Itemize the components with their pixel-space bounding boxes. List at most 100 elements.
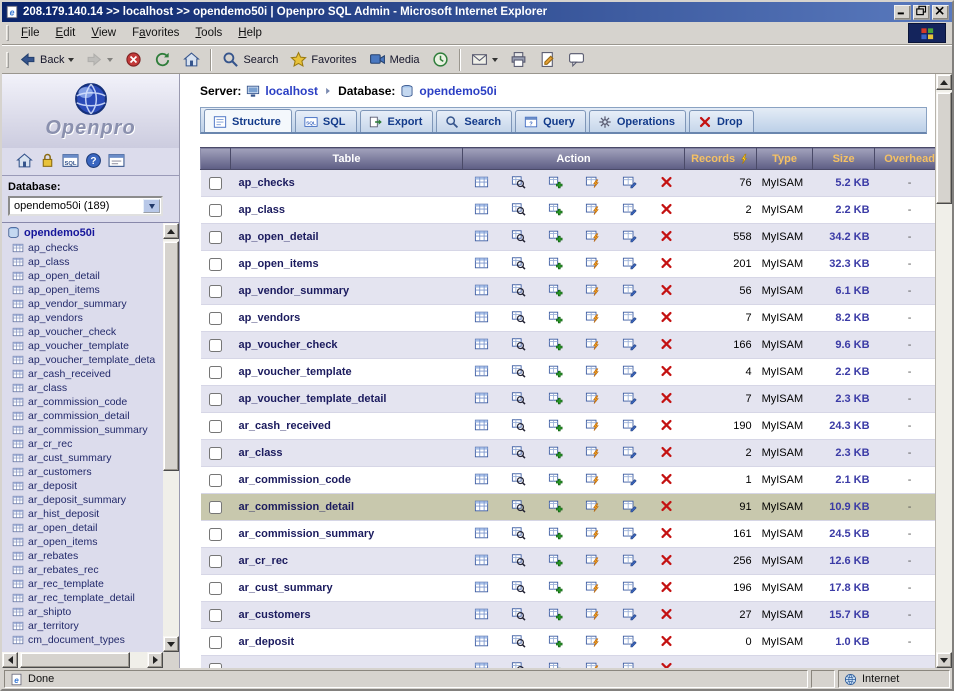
scroll-thumb[interactable] bbox=[936, 92, 952, 204]
table-name[interactable]: ar_commission_code bbox=[28, 396, 127, 408]
menu-grip[interactable] bbox=[6, 25, 9, 41]
insert-action-button[interactable] bbox=[548, 634, 563, 648]
menu-item-edit[interactable]: Edit bbox=[48, 24, 84, 42]
row-checkbox[interactable] bbox=[209, 528, 222, 541]
insert-action-button[interactable] bbox=[548, 445, 563, 459]
select-action-button[interactable] bbox=[511, 175, 526, 189]
table-name[interactable]: ar_class bbox=[28, 382, 67, 394]
browse-action-button[interactable] bbox=[474, 661, 489, 669]
sidebar-table-item[interactable]: ap_voucher_template_deta bbox=[12, 353, 163, 367]
select-action-button[interactable] bbox=[511, 283, 526, 297]
select-action-button[interactable] bbox=[511, 418, 526, 432]
table-name[interactable]: ar_hist_deposit bbox=[28, 508, 99, 520]
insert-action-button[interactable] bbox=[548, 418, 563, 432]
scroll-up-button[interactable] bbox=[163, 223, 179, 239]
browse-action-button[interactable] bbox=[474, 526, 489, 540]
properties-action-button[interactable] bbox=[622, 580, 637, 594]
browse-action-button[interactable] bbox=[474, 310, 489, 324]
drop-action-button[interactable] bbox=[659, 472, 674, 486]
row-checkbox[interactable] bbox=[209, 312, 222, 325]
empty-action-button[interactable] bbox=[585, 553, 600, 567]
properties-action-button[interactable] bbox=[622, 310, 637, 324]
table-name[interactable]: ap_class bbox=[28, 256, 69, 268]
print-button[interactable] bbox=[504, 47, 533, 72]
sidebar-table-item[interactable]: ar_deposit_summary bbox=[12, 493, 163, 507]
select-action-button[interactable] bbox=[511, 553, 526, 567]
row-checkbox[interactable] bbox=[209, 663, 222, 669]
sidebar-vertical-scrollbar[interactable] bbox=[163, 223, 179, 652]
select-action-button[interactable] bbox=[511, 229, 526, 243]
sidebar-table-item[interactable]: ap_checks bbox=[12, 241, 163, 255]
table-name[interactable]: ap_voucher_check bbox=[28, 326, 116, 338]
insert-action-button[interactable] bbox=[548, 202, 563, 216]
browse-action-button[interactable] bbox=[474, 580, 489, 594]
empty-action-button[interactable] bbox=[585, 364, 600, 378]
media-button[interactable]: Media bbox=[363, 47, 426, 72]
insert-action-button[interactable] bbox=[548, 526, 563, 540]
insert-action-button[interactable] bbox=[548, 256, 563, 270]
table-name-link[interactable]: ar_cash_received bbox=[239, 420, 331, 432]
select-action-button[interactable] bbox=[511, 580, 526, 594]
toolbar-grip[interactable] bbox=[6, 52, 9, 68]
empty-action-button[interactable] bbox=[585, 472, 600, 486]
sidebar-table-item[interactable]: ap_open_items bbox=[12, 283, 163, 297]
row-checkbox[interactable] bbox=[209, 582, 222, 595]
empty-action-button[interactable] bbox=[585, 445, 600, 459]
drop-action-button[interactable] bbox=[659, 526, 674, 540]
database-link[interactable]: opendemo50i bbox=[419, 84, 496, 98]
properties-action-button[interactable] bbox=[622, 661, 637, 669]
row-checkbox[interactable] bbox=[209, 339, 222, 352]
row-checkbox[interactable] bbox=[209, 501, 222, 514]
tab-operations[interactable]: Operations bbox=[589, 110, 686, 132]
browse-action-button[interactable] bbox=[474, 472, 489, 486]
table-name-link[interactable]: ap_voucher_template bbox=[239, 366, 352, 378]
sidebar-table-item[interactable]: ar_commission_summary bbox=[12, 423, 163, 437]
insert-action-button[interactable] bbox=[548, 472, 563, 486]
drop-action-button[interactable] bbox=[659, 256, 674, 270]
empty-action-button[interactable] bbox=[585, 256, 600, 270]
sidebar-table-item[interactable]: ar_shipto bbox=[12, 605, 163, 619]
row-checkbox[interactable] bbox=[209, 420, 222, 433]
table-name[interactable]: cm_document_types bbox=[28, 634, 125, 646]
drop-action-button[interactable] bbox=[659, 661, 674, 669]
empty-action-button[interactable] bbox=[585, 526, 600, 540]
row-checkbox[interactable] bbox=[209, 393, 222, 406]
browse-action-button[interactable] bbox=[474, 202, 489, 216]
table-name[interactable]: ar_rec_template_detail bbox=[28, 592, 135, 604]
table-name-link[interactable]: ap_class bbox=[239, 204, 285, 216]
scroll-right-button[interactable] bbox=[147, 652, 163, 668]
stop-button[interactable] bbox=[119, 47, 148, 72]
sql-window-button[interactable]: SQL bbox=[62, 152, 79, 169]
help-button[interactable]: ? bbox=[85, 152, 102, 169]
row-checkbox[interactable] bbox=[209, 366, 222, 379]
main-vertical-scrollbar[interactable] bbox=[935, 74, 952, 668]
table-name[interactable]: ar_cash_received bbox=[28, 368, 111, 380]
table-name-link[interactable]: ar_class bbox=[239, 447, 283, 459]
col-header-table[interactable]: Table bbox=[231, 148, 463, 170]
sidebar-table-item[interactable]: ap_voucher_check bbox=[12, 325, 163, 339]
table-name[interactable]: ar_commission_summary bbox=[28, 424, 148, 436]
col-header-records[interactable]: Records bbox=[685, 148, 757, 170]
empty-action-button[interactable] bbox=[585, 499, 600, 513]
table-name[interactable]: ar_customers bbox=[28, 466, 92, 478]
select-action-button[interactable] bbox=[511, 499, 526, 513]
empty-action-button[interactable] bbox=[585, 175, 600, 189]
table-name-link[interactable]: ap_checks bbox=[239, 177, 295, 189]
drop-action-button[interactable] bbox=[659, 499, 674, 513]
sidebar-table-item[interactable]: ar_commission_detail bbox=[12, 409, 163, 423]
tab-query[interactable]: ?Query bbox=[515, 110, 586, 132]
mail-button[interactable] bbox=[465, 47, 504, 72]
empty-action-button[interactable] bbox=[585, 661, 600, 669]
drop-action-button[interactable] bbox=[659, 445, 674, 459]
browse-action-button[interactable] bbox=[474, 499, 489, 513]
properties-action-button[interactable] bbox=[622, 499, 637, 513]
properties-action-button[interactable] bbox=[622, 553, 637, 567]
menu-item-file[interactable]: File bbox=[13, 24, 48, 42]
browse-action-button[interactable] bbox=[474, 391, 489, 405]
insert-action-button[interactable] bbox=[548, 310, 563, 324]
select-action-button[interactable] bbox=[511, 364, 526, 378]
sidebar-table-item[interactable]: ar_open_items bbox=[12, 535, 163, 549]
row-checkbox[interactable] bbox=[209, 204, 222, 217]
drop-action-button[interactable] bbox=[659, 607, 674, 621]
table-name-link[interactable]: ap_vendor_summary bbox=[239, 285, 350, 297]
